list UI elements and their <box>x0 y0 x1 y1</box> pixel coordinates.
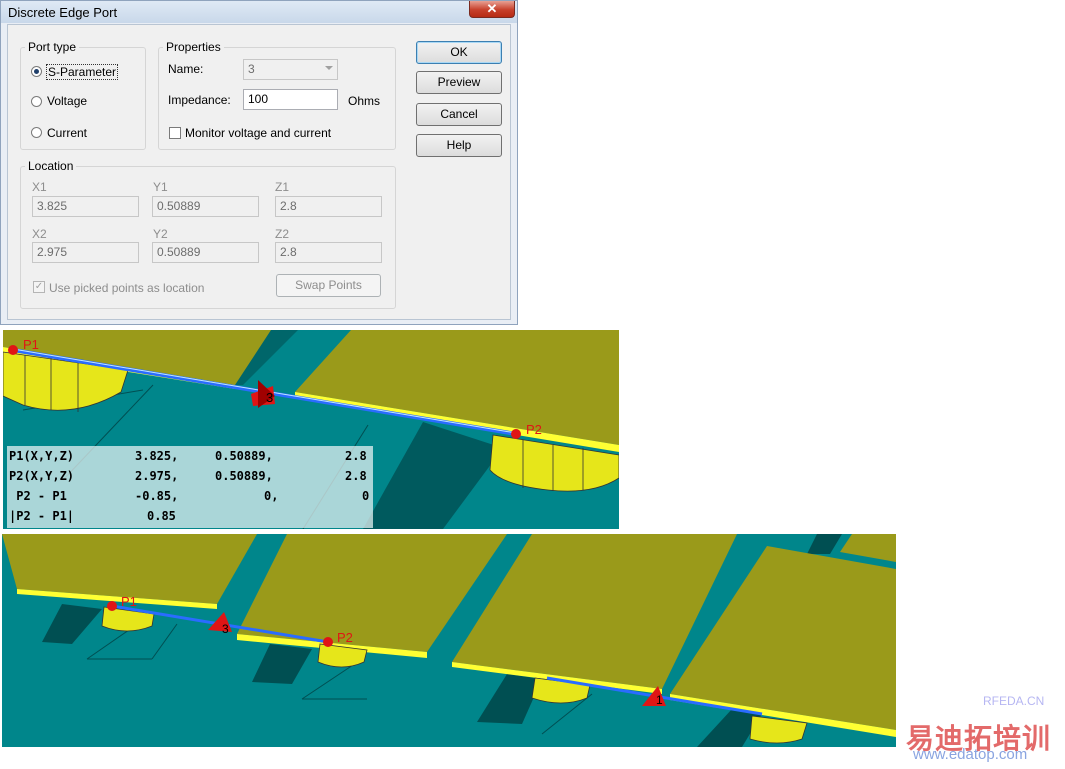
p1-label: P1 <box>121 594 137 609</box>
z2-field[interactable]: 2.8 <box>275 242 382 263</box>
radio-current-label[interactable]: Current <box>47 126 87 140</box>
help-button[interactable]: Help <box>416 134 502 157</box>
readout-label: P2(X,Y,Z) <box>9 469 75 483</box>
monitor-checkbox-label[interactable]: Monitor voltage and current <box>185 126 331 140</box>
readout-z: 2.8 <box>345 469 367 483</box>
close-button[interactable]: ✕ <box>469 1 515 18</box>
readout-y: 0.50889, <box>215 449 273 463</box>
y1-field[interactable]: 0.50889 <box>152 196 259 217</box>
readout-x: 2.975, <box>135 469 179 483</box>
y1-label: Y1 <box>153 180 168 194</box>
radio-s-parameter[interactable] <box>31 66 42 77</box>
use-picked-label[interactable]: Use picked points as location <box>49 281 204 295</box>
x2-field[interactable]: 2.975 <box>32 242 139 263</box>
3d-view-port-close-up[interactable]: P1 P2 3 P1(X,Y,Z) 3.825, 0.50889, 2.8 P2… <box>3 330 619 529</box>
cancel-button[interactable]: Cancel <box>416 103 502 126</box>
z1-label: Z1 <box>275 180 290 194</box>
port-number-label: 3 <box>222 622 229 636</box>
watermark-brand: RFEDA.CN <box>983 694 1045 708</box>
close-icon: ✕ <box>486 1 498 16</box>
chevron-down-icon <box>325 66 333 70</box>
y2-label: Y2 <box>153 227 168 241</box>
x2-label: X2 <box>32 227 47 241</box>
p2-label: P2 <box>526 422 542 437</box>
port-type-group-label: Port type <box>25 40 80 54</box>
watermark-url: www.edatop.com <box>913 746 1028 763</box>
p2-marker <box>511 429 521 439</box>
name-label: Name: <box>168 62 204 76</box>
port-number-label: 3 <box>266 390 273 405</box>
radio-current[interactable] <box>31 127 42 138</box>
readout-y: 0.50889, <box>215 469 273 483</box>
readout-row: P2 - P1 -0.85, 0, 0 <box>7 486 373 506</box>
impedance-unit: Ohms <box>348 94 381 108</box>
use-picked-checkbox[interactable]: ✓ <box>33 281 45 293</box>
readout-z: 0 <box>362 489 370 503</box>
z1-field[interactable]: 2.8 <box>275 196 382 217</box>
x1-label: X1 <box>32 180 47 194</box>
p2-marker <box>323 637 333 647</box>
p1-label: P1 <box>23 337 39 352</box>
dialog-title: Discrete Edge Port <box>8 5 118 20</box>
readout-label: |P2 - P1| <box>9 509 75 523</box>
dialog-client-area: Port type S-Parameter Voltage Current Pr… <box>7 24 511 320</box>
p2-label: P2 <box>337 630 353 645</box>
readout-label: P1(X,Y,Z) <box>9 449 75 463</box>
readout-z: 2.8 <box>345 449 367 463</box>
coordinate-readout: P1(X,Y,Z) 3.825, 0.50889, 2.8 P2(X,Y,Z) … <box>7 446 373 528</box>
p1-marker <box>8 345 18 355</box>
impedance-label: Impedance: <box>168 93 231 107</box>
readout-row: |P2 - P1| 0.85 <box>7 506 373 526</box>
properties-group-label: Properties <box>163 40 224 54</box>
readout-row: P2(X,Y,Z) 2.975, 0.50889, 2.8 <box>7 466 373 486</box>
x1-field[interactable]: 3.825 <box>32 196 139 217</box>
y2-field[interactable]: 0.50889 <box>152 242 259 263</box>
discrete-edge-port-dialog: Discrete Edge Port ✕ Port type S-Paramet… <box>0 0 518 325</box>
readout-row: P1(X,Y,Z) 3.825, 0.50889, 2.8 <box>7 446 373 466</box>
p1-marker <box>107 601 117 611</box>
location-group-label: Location <box>25 159 77 173</box>
radio-s-parameter-label[interactable]: S-Parameter <box>46 64 119 80</box>
name-dropdown-value: 3 <box>248 62 255 76</box>
name-dropdown[interactable]: 3 <box>243 59 338 80</box>
readout-y: 0, <box>264 489 279 503</box>
monitor-checkbox[interactable] <box>169 127 181 139</box>
ok-button[interactable]: OK <box>416 41 502 64</box>
impedance-input[interactable]: 100 <box>243 89 338 110</box>
readout-label: P2 - P1 <box>9 489 67 503</box>
swap-points-button[interactable]: Swap Points <box>276 274 381 297</box>
port-number-label: 1 <box>656 693 663 707</box>
z2-label: Z2 <box>275 227 290 241</box>
readout-x: 3.825, <box>135 449 179 463</box>
readout-x: -0.85, <box>135 489 179 503</box>
readout-x: 0.85 <box>147 509 176 523</box>
radio-voltage[interactable] <box>31 96 42 107</box>
3d-scene-2[interactable]: P1 P2 3 1 <box>2 534 896 747</box>
preview-button[interactable]: Preview <box>416 71 502 94</box>
radio-voltage-label[interactable]: Voltage <box>47 94 87 108</box>
3d-view-overview[interactable]: P1 P2 3 1 <box>2 534 896 747</box>
